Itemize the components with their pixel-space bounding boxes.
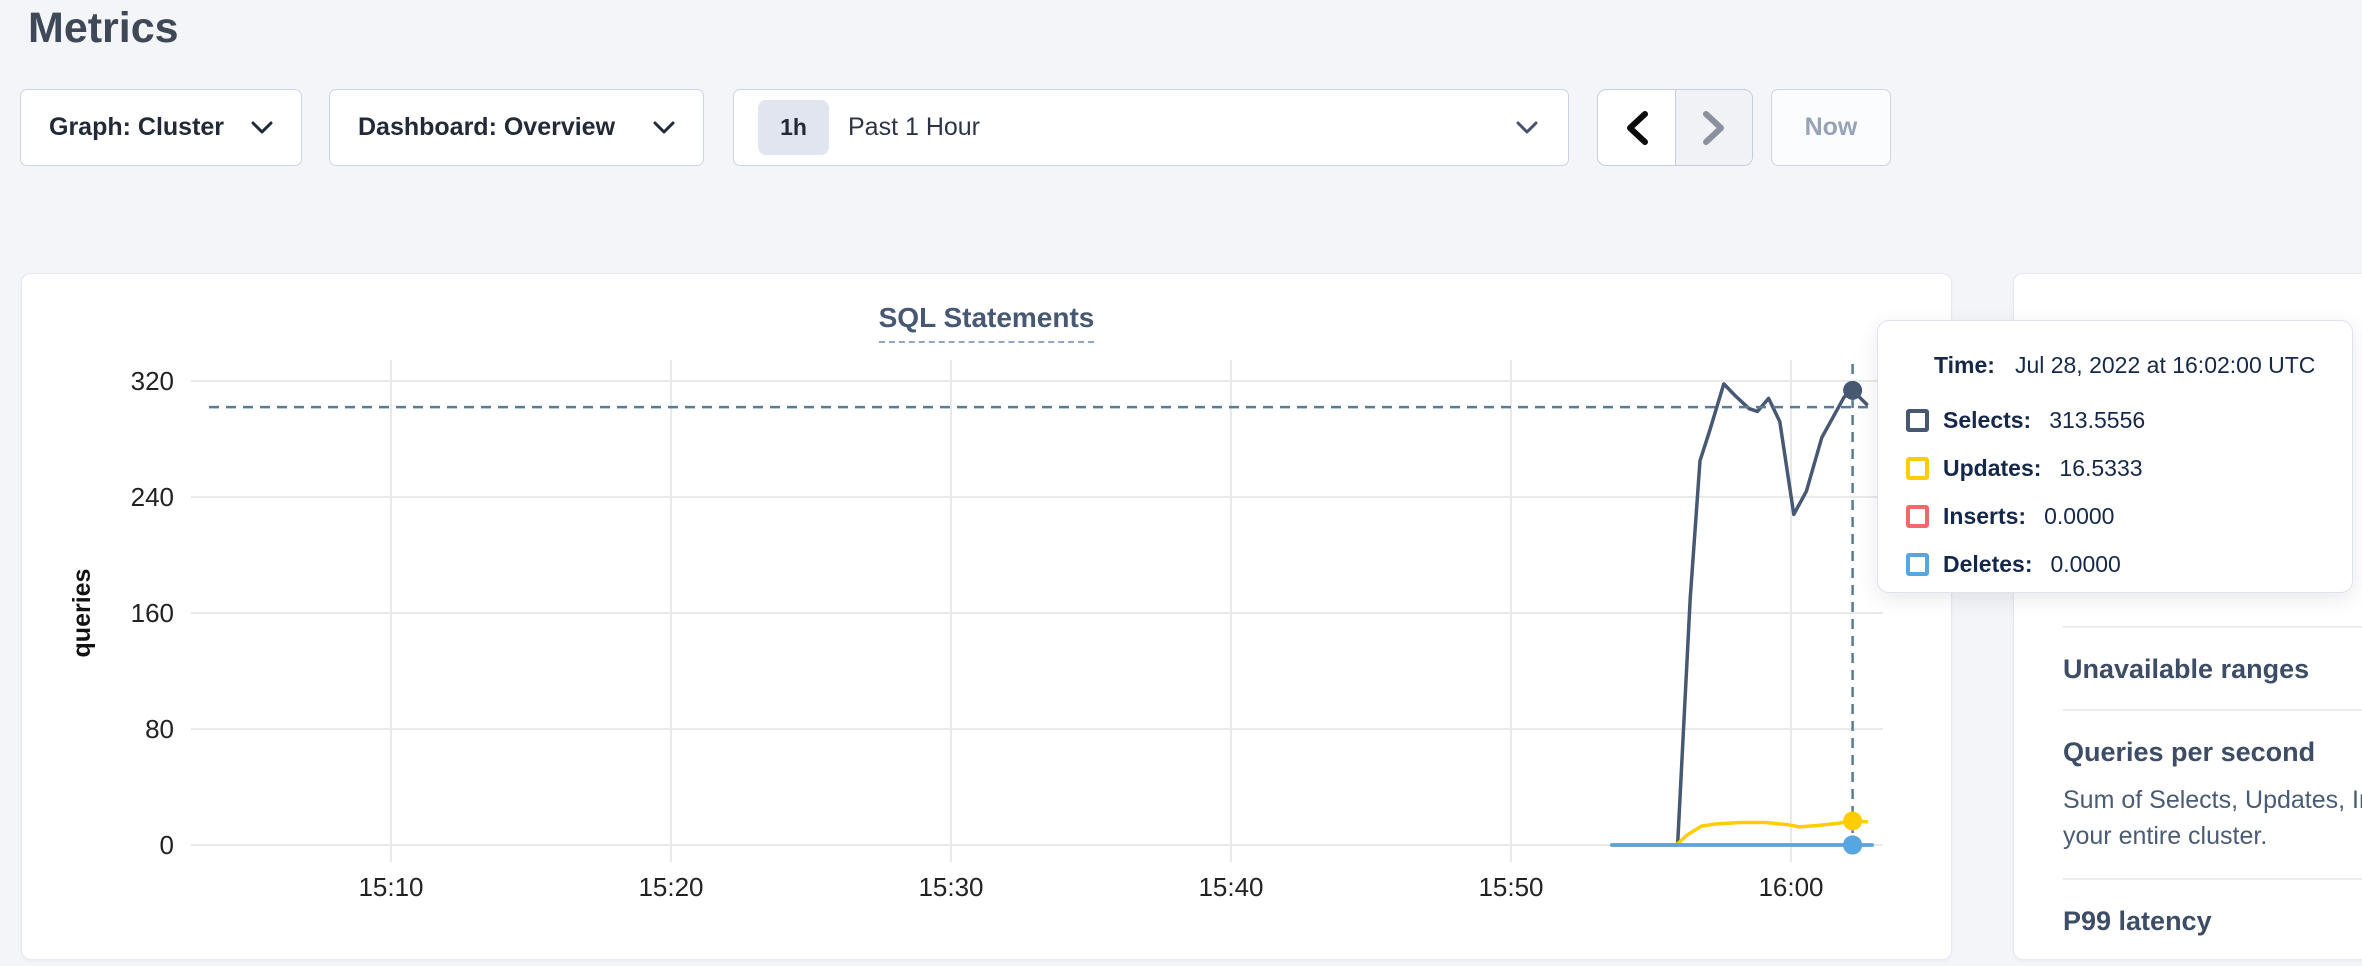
tooltip-series-row: Deletes: 0.0000 — [1906, 540, 2324, 588]
y-tick-label: 160 — [131, 598, 174, 628]
time-window-label: Past 1 Hour — [848, 113, 1516, 142]
hover-dot-updates — [1843, 812, 1862, 831]
sidebar-description-line: your entire cluster. — [2063, 818, 2362, 854]
sql-statements-chart-card: SQL Statements 15:1015:2015:3015:4015:50… — [21, 273, 1952, 960]
time-range-picker[interactable]: 1h Past 1 Hour — [733, 89, 1569, 166]
legend-swatch-selects — [1906, 409, 1929, 432]
tooltip-series-label: Deletes: — [1943, 551, 2032, 578]
x-tick-label: 15:40 — [1198, 872, 1263, 902]
chevron-left-icon — [1626, 111, 1648, 145]
hover-dot-deletes — [1843, 836, 1862, 855]
tooltip-time-row: Time: Jul 28, 2022 at 16:02:00 UTC — [1934, 341, 2324, 389]
series-line-selects — [1612, 384, 1867, 845]
sidebar-heading: Unavailable ranges — [2063, 654, 2362, 685]
x-tick-label: 15:10 — [358, 872, 423, 902]
dashboard-dropdown-label: Dashboard: Overview — [358, 113, 615, 142]
time-window-badge: 1h — [758, 100, 829, 155]
time-backward-button[interactable] — [1598, 90, 1675, 165]
chevron-down-icon — [1516, 121, 1538, 134]
legend-swatch-updates — [1906, 457, 1929, 480]
tooltip-series-row: Inserts: 0.0000 — [1906, 492, 2324, 540]
tooltip-series-rows: Selects: 313.5556 Updates: 16.5333 Inserts: 0… — [1906, 396, 2324, 588]
y-axis-label: queries — [68, 569, 96, 658]
chevron-down-icon — [251, 121, 273, 134]
now-button[interactable]: Now — [1771, 89, 1891, 166]
tooltip-series-row: Selects: 313.5556 — [1906, 396, 2324, 444]
time-forward-button[interactable] — [1675, 90, 1752, 165]
dashboard-dropdown[interactable]: Dashboard: Overview — [329, 89, 704, 166]
tooltip-time-label: Time: — [1934, 352, 1995, 379]
tooltip-series-label: Updates: — [1943, 455, 2041, 482]
tooltip-series-value: 313.5556 — [2049, 407, 2145, 434]
hover-dot-selects — [1843, 381, 1862, 400]
page-title: Metrics — [28, 4, 179, 53]
tooltip-series-label: Selects: — [1943, 407, 2031, 434]
sidebar-section: P99 latency — [2063, 878, 2362, 961]
tooltip-series-value: 0.0000 — [2050, 551, 2120, 578]
chart-plot-area[interactable]: 15:10 15:20 15:30 15:40 15:50 16:00 0 80 160 240 3… — [22, 274, 1953, 961]
y-tick-label: 0 — [160, 830, 174, 860]
y-tick-label: 240 — [131, 482, 174, 512]
sidebar-sections: Unavailable ranges Queries per second Sum … — [2063, 626, 2362, 961]
x-tick-label: 15:30 — [918, 872, 983, 902]
chevron-down-icon — [653, 121, 675, 134]
sidebar-section: Unavailable ranges — [2063, 626, 2362, 709]
sidebar-section: Queries per second Sum of Selects, Update… — [2063, 709, 2362, 878]
graph-scope-dropdown[interactable]: Graph: Cluster — [20, 89, 302, 166]
x-tick-label: 16:00 — [1758, 872, 1823, 902]
legend-swatch-deletes — [1906, 553, 1929, 576]
y-tick-label: 80 — [145, 714, 174, 744]
tooltip-series-value: 0.0000 — [2044, 503, 2114, 530]
tooltip-series-label: Inserts: — [1943, 503, 2026, 530]
hover-tooltip: Time: Jul 28, 2022 at 16:02:00 UTC Selec… — [1877, 320, 2353, 593]
series-line-updates — [1612, 821, 1867, 845]
sidebar-description: Sum of Selects, Updates, Inseryour entir… — [2063, 782, 2362, 854]
tooltip-series-value: 16.5333 — [2059, 455, 2142, 482]
y-tick-label: 320 — [131, 366, 174, 396]
sidebar-heading: Queries per second — [2063, 737, 2362, 768]
tooltip-series-row: Updates: 16.5333 — [1906, 444, 2324, 492]
x-tick-label: 15:50 — [1478, 872, 1543, 902]
sidebar-heading: P99 latency — [2063, 906, 2362, 937]
graph-scope-dropdown-label: Graph: Cluster — [49, 113, 224, 142]
chevron-right-icon — [1703, 111, 1725, 145]
tooltip-time-value: Jul 28, 2022 at 16:02:00 UTC — [2015, 352, 2315, 379]
sidebar-description-line: Sum of Selects, Updates, Inser — [2063, 782, 2362, 818]
time-step-button-group — [1597, 89, 1753, 166]
x-tick-label: 15:20 — [638, 872, 703, 902]
legend-swatch-inserts — [1906, 505, 1929, 528]
